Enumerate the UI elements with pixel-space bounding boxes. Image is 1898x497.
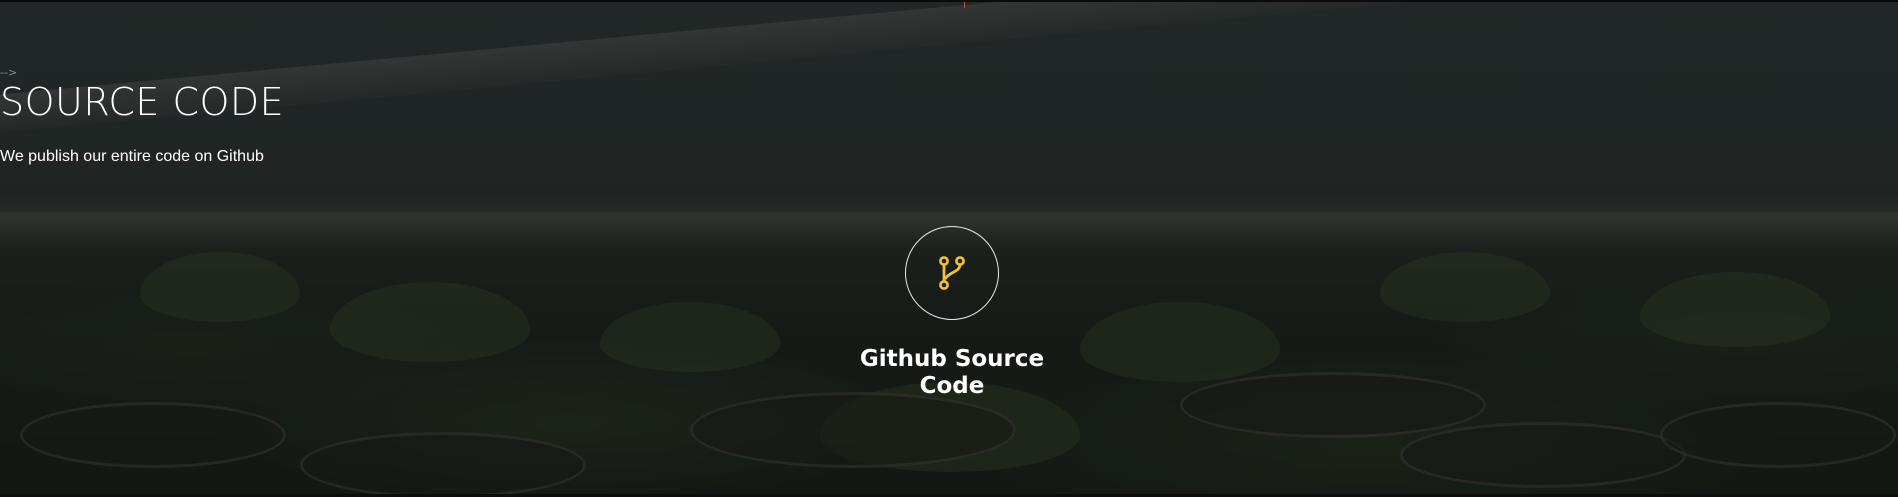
github-source-code-link[interactable]: Github Source Code bbox=[849, 346, 1055, 400]
code-branch-icon bbox=[939, 256, 965, 290]
top-divider-tick bbox=[964, 2, 965, 8]
source-code-section: --> SOURCE CODE We publish our entire co… bbox=[0, 0, 1898, 497]
section-title: SOURCE CODE bbox=[0, 80, 285, 124]
comment-residue-text: --> bbox=[0, 66, 18, 79]
section-subtitle: We publish our entire code on Github bbox=[0, 148, 264, 165]
github-source-icon-button[interactable] bbox=[905, 226, 999, 320]
